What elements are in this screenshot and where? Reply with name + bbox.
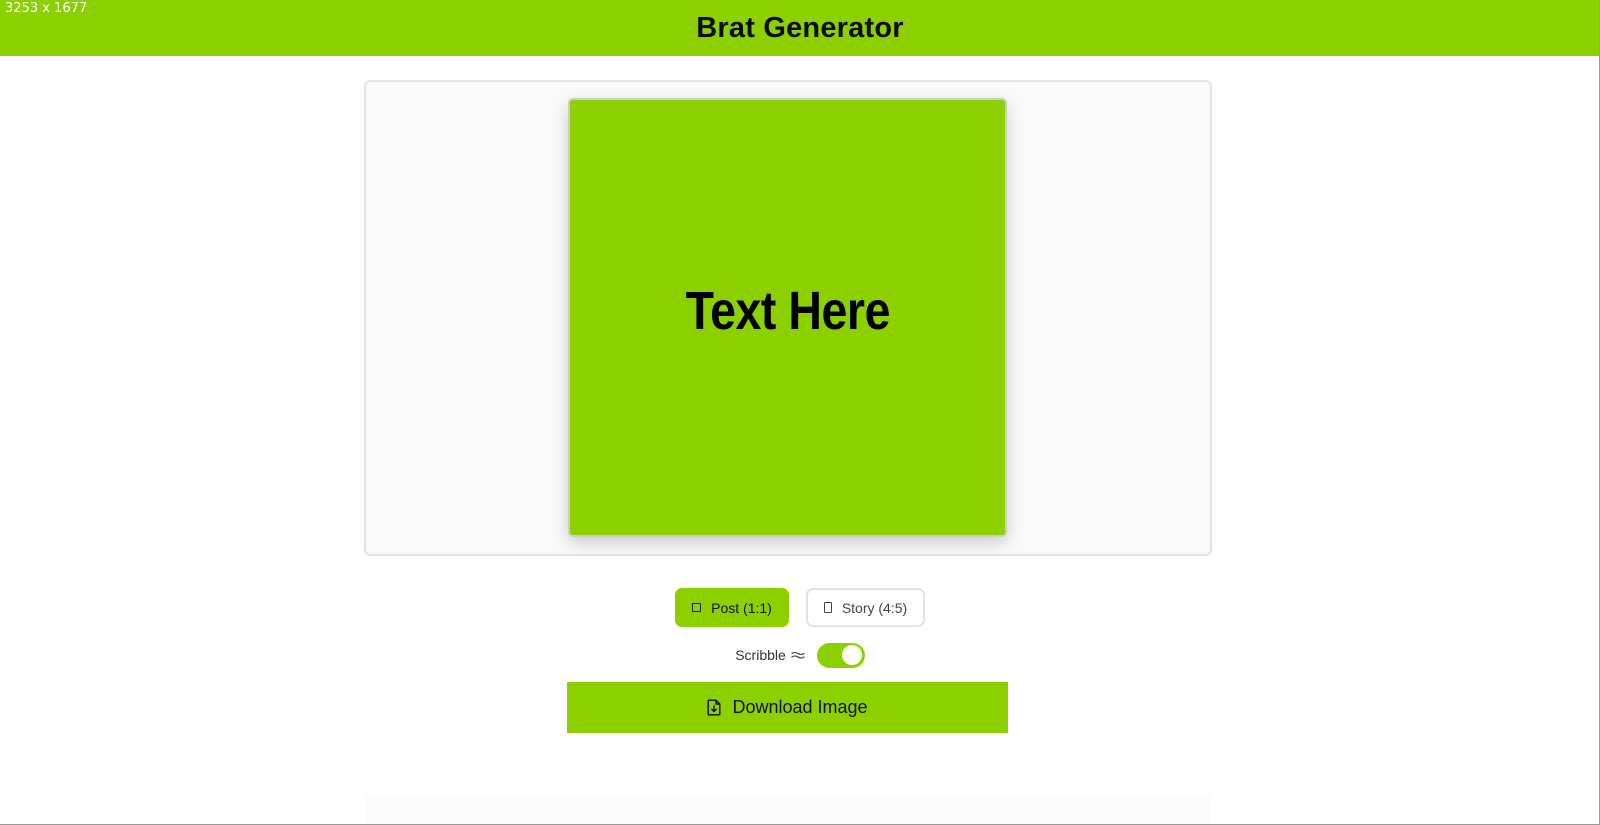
dimensions-overlay: 3253 x 1677 (5, 1, 88, 16)
format-selector: Post (1:1) Story (4:5) (0, 588, 1599, 627)
scribble-label: Scribble (735, 647, 786, 663)
scribble-setting: Scribble (0, 642, 1599, 668)
wavy-lines-icon (791, 651, 805, 659)
post-format-button[interactable]: Post (1:1) (675, 588, 789, 627)
preview-text: Text Here (685, 280, 890, 341)
story-format-button[interactable]: Story (4:5) (806, 588, 925, 627)
toggle-knob (841, 645, 862, 665)
portrait-rect-icon (823, 602, 832, 613)
app-page: 3253 x 1677 Brat Generator Text Here Pos… (0, 0, 1600, 825)
preview-canvas: Text Here (568, 98, 1007, 537)
story-format-label: Story (4:5) (841, 599, 908, 616)
scribble-label-group: Scribble (735, 647, 805, 663)
header-bar: Brat Generator (0, 0, 1599, 56)
download-image-button[interactable]: Download Image (567, 682, 1008, 733)
square-icon (692, 603, 702, 612)
post-format-label: Post (1:1) (711, 599, 772, 616)
scribble-toggle[interactable] (816, 642, 865, 668)
file-download-icon (707, 699, 721, 716)
page-title: Brat Generator (696, 11, 904, 44)
lower-panel (366, 796, 1210, 824)
download-label: Download Image (732, 697, 868, 717)
